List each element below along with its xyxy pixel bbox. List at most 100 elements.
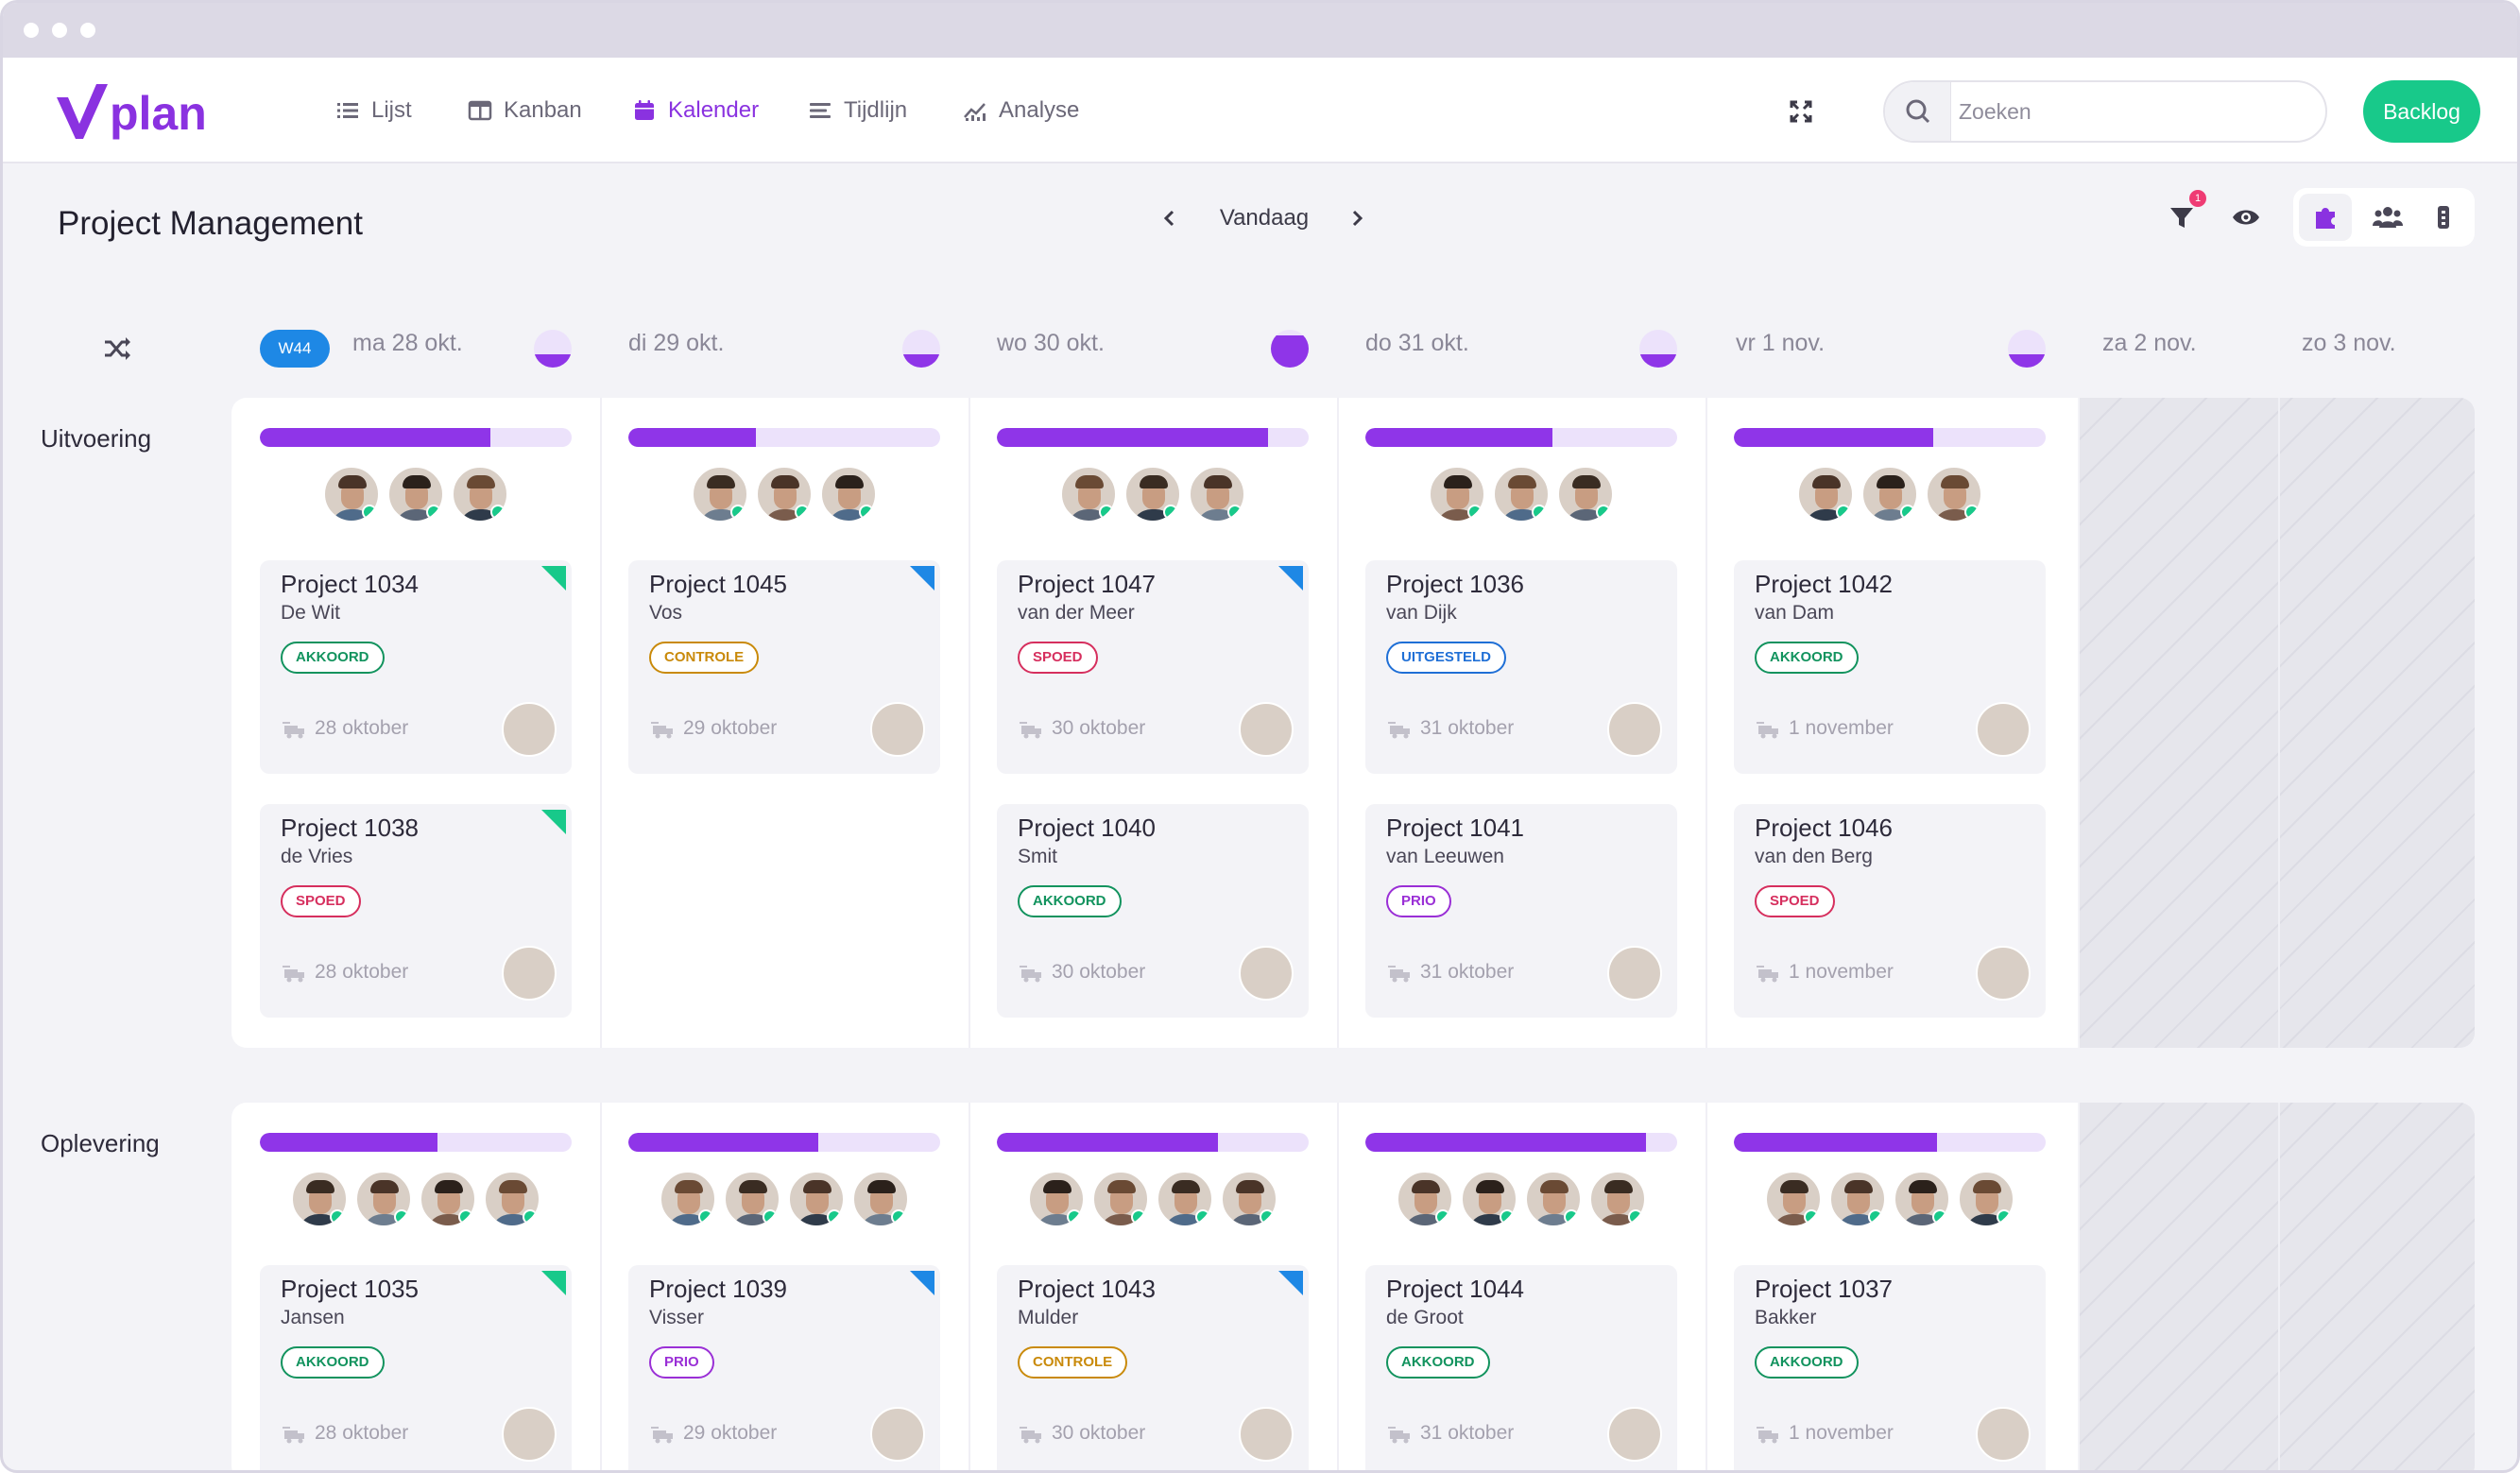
corner-flag [910, 1271, 934, 1295]
team-member-avatar[interactable] [387, 466, 444, 522]
status-badge: CONTROLE [1018, 1346, 1128, 1379]
avatar-hair [771, 475, 799, 488]
corner-flag [541, 1271, 566, 1295]
team-member-avatar[interactable] [692, 466, 748, 522]
filter-icon[interactable] [2167, 203, 2197, 231]
project-card[interactable]: Project 1034 De Wit AKKOORD 28 oktober [260, 560, 572, 774]
assignee-avatar[interactable] [502, 1407, 557, 1462]
timeline-icon [810, 103, 831, 118]
team-member-avatar[interactable] [1124, 466, 1181, 522]
team-member-avatar[interactable] [1958, 1171, 2014, 1227]
team-member-avatar[interactable] [1028, 1171, 1085, 1227]
team-member-avatar[interactable] [484, 1171, 540, 1227]
window-dot-close[interactable] [24, 23, 39, 38]
nav-item-analyse[interactable]: Analyse [963, 58, 1079, 163]
team-member-avatar[interactable] [1397, 1171, 1453, 1227]
team-member-avatar[interactable] [756, 466, 813, 522]
assignee-avatar[interactable] [1607, 946, 1662, 1001]
nav-item-kalender[interactable]: Kalender [632, 58, 759, 163]
group-label: Uitvoering [41, 424, 152, 453]
team-member-avatar[interactable] [1557, 466, 1614, 522]
vplan-logo[interactable]: plan [55, 80, 244, 146]
window-dot-minimize[interactable] [52, 23, 67, 38]
team-member-avatar[interactable] [452, 466, 508, 522]
team-member-avatar[interactable] [852, 1171, 909, 1227]
project-card[interactable]: Project 1039 Visser PRIO 29 oktober [628, 1265, 940, 1470]
online-indicator [730, 505, 746, 520]
team-member-avatar[interactable] [1861, 466, 1918, 522]
project-card[interactable]: Project 1046 van den Berg SPOED 1 november [1734, 804, 2046, 1018]
team-member-avatar[interactable] [1221, 1171, 1277, 1227]
shuffle-icon[interactable] [103, 335, 131, 362]
search-box[interactable] [1883, 80, 2327, 143]
assignee-avatar[interactable] [1239, 702, 1294, 757]
assignee-avatar[interactable] [1976, 946, 2031, 1001]
team-member-avatar[interactable] [420, 1171, 476, 1227]
delivery-icon [651, 1427, 673, 1444]
team-member-avatar[interactable] [323, 466, 380, 522]
team-member-avatar[interactable] [1092, 1171, 1149, 1227]
team-member-avatar[interactable] [291, 1171, 348, 1227]
project-card[interactable]: Project 1047 van der Meer SPOED 30 oktober [997, 560, 1309, 774]
team-member-avatar[interactable] [1525, 1171, 1582, 1227]
delivery-icon [283, 966, 304, 983]
project-card[interactable]: Project 1041 van Leeuwen PRIO 31 oktober [1365, 804, 1677, 1018]
team-member-avatar[interactable] [1157, 1171, 1213, 1227]
assignee-avatar[interactable] [502, 946, 557, 1001]
previous-week-button[interactable] [1157, 203, 1182, 233]
project-card[interactable]: Project 1045 Vos CONTROLE 29 oktober [628, 560, 940, 774]
project-card[interactable]: Project 1038 de Vries SPOED 28 oktober [260, 804, 572, 1018]
team-member-avatar[interactable] [724, 1171, 780, 1227]
team-member-avatar[interactable] [1894, 1171, 1950, 1227]
backlog-button[interactable]: Backlog [2363, 80, 2480, 143]
team-member-avatar[interactable] [1926, 466, 1982, 522]
window-dot-maximize[interactable] [80, 23, 95, 38]
assignee-avatar[interactable] [1607, 1407, 1662, 1462]
assignee-avatar[interactable] [1976, 1407, 2031, 1462]
project-card[interactable]: Project 1040 Smit AKKOORD 30 oktober [997, 804, 1309, 1018]
project-card[interactable]: Project 1042 van Dam AKKOORD 1 november [1734, 560, 2046, 774]
team-member-avatar[interactable] [1829, 1171, 1886, 1227]
team-member-avatar[interactable] [788, 1171, 845, 1227]
day-header: ma 28 okt. [352, 330, 463, 356]
nav-item-kanban[interactable]: Kanban [468, 58, 582, 163]
eye-icon[interactable] [2231, 203, 2261, 231]
column-divider [1337, 1103, 1339, 1470]
assignee-avatar[interactable] [1239, 946, 1294, 1001]
team-member-avatar[interactable] [1060, 466, 1117, 522]
team-member-avatar[interactable] [355, 1171, 412, 1227]
next-week-button[interactable] [1345, 203, 1369, 233]
team-member-avatar[interactable] [820, 466, 877, 522]
team-member-avatar[interactable] [1797, 466, 1854, 522]
view-mode-team[interactable] [2361, 194, 2414, 241]
team-member-avatar[interactable] [660, 1171, 716, 1227]
view-mode-projects[interactable] [2299, 194, 2352, 241]
team-member-avatar[interactable] [1461, 1171, 1517, 1227]
project-card[interactable]: Project 1044 de Groot AKKOORD 31 oktober [1365, 1265, 1677, 1470]
online-indicator [1596, 505, 1611, 520]
assignee-avatar[interactable] [1239, 1407, 1294, 1462]
project-card[interactable]: Project 1037 Bakker AKKOORD 1 november [1734, 1265, 2046, 1470]
assignee-avatar[interactable] [502, 702, 557, 757]
search-input[interactable] [1959, 82, 2318, 141]
assignee-avatar[interactable] [1607, 702, 1662, 757]
nav-item-lijst[interactable]: Lijst [335, 58, 412, 163]
assignee-avatar[interactable] [870, 702, 925, 757]
avatar-hair [1140, 475, 1168, 488]
team-member-avatar[interactable] [1589, 1171, 1646, 1227]
team-member-avatar[interactable] [1765, 1171, 1822, 1227]
project-card[interactable]: Project 1036 van Dijk UITGESTELD 31 oktober [1365, 560, 1677, 774]
today-button[interactable]: Vandaag [1203, 205, 1326, 231]
assignee-avatar[interactable] [870, 1407, 925, 1462]
column-divider [969, 1103, 970, 1470]
team-member-avatar[interactable] [1429, 466, 1485, 522]
project-card[interactable]: Project 1035 Jansen AKKOORD 28 oktober [260, 1265, 572, 1470]
nav-item-tijdlijn[interactable]: Tijdlijn [808, 58, 907, 163]
avatar-hair [1172, 1180, 1200, 1193]
project-card[interactable]: Project 1043 Mulder CONTROLE 30 oktober [997, 1265, 1309, 1470]
view-mode-resources[interactable] [2420, 194, 2467, 241]
team-member-avatar[interactable] [1493, 466, 1550, 522]
fullscreen-icon[interactable] [1789, 99, 1813, 124]
assignee-avatar[interactable] [1976, 702, 2031, 757]
team-member-avatar[interactable] [1189, 466, 1245, 522]
